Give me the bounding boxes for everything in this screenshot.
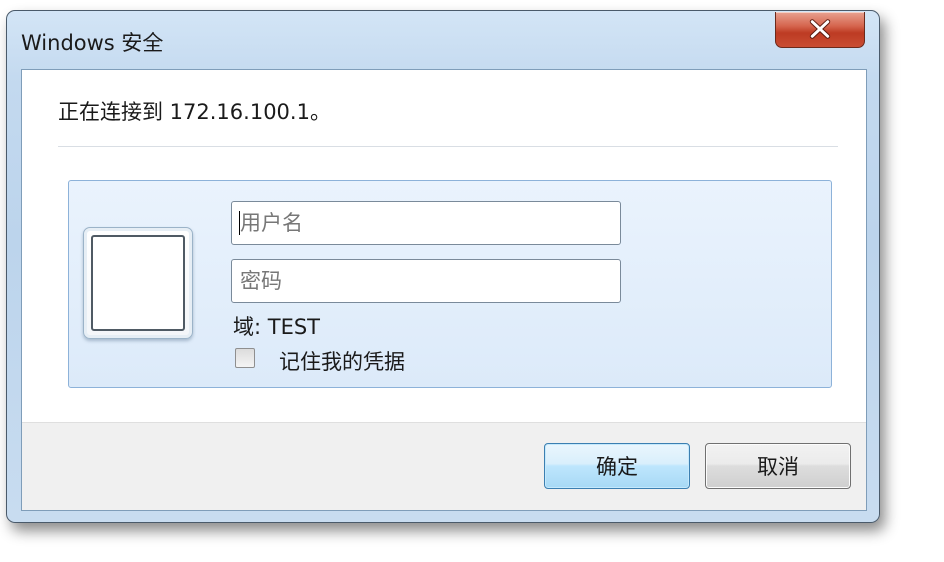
button-bar: 确定 取消 <box>22 422 866 510</box>
user-tile-frame <box>91 235 185 331</box>
security-dialog: Windows 安全 正在连接到 172.16.100.1。 域: TEST 记… <box>6 10 880 523</box>
user-tile-icon <box>83 227 193 339</box>
credential-panel: 域: TEST 记住我的凭据 <box>68 180 832 388</box>
password-input[interactable] <box>231 259 621 303</box>
dialog-content: 正在连接到 172.16.100.1。 域: TEST 记住我的凭据 确定 取消 <box>21 69 867 511</box>
connection-message: 正在连接到 172.16.100.1。 <box>58 100 331 124</box>
remember-checkbox[interactable] <box>235 348 255 368</box>
close-button[interactable] <box>775 12 865 48</box>
title-bar[interactable]: Windows 安全 <box>7 11 879 69</box>
separator-line <box>58 146 838 147</box>
remember-label[interactable]: 记住我的凭据 <box>279 346 405 376</box>
ok-button[interactable]: 确定 <box>544 443 690 489</box>
close-icon <box>809 19 831 39</box>
username-input[interactable] <box>231 201 621 245</box>
text-cursor <box>239 211 240 235</box>
domain-label: 域: TEST <box>233 315 321 339</box>
cancel-button[interactable]: 取消 <box>705 443 851 489</box>
window-title: Windows 安全 <box>21 31 164 55</box>
